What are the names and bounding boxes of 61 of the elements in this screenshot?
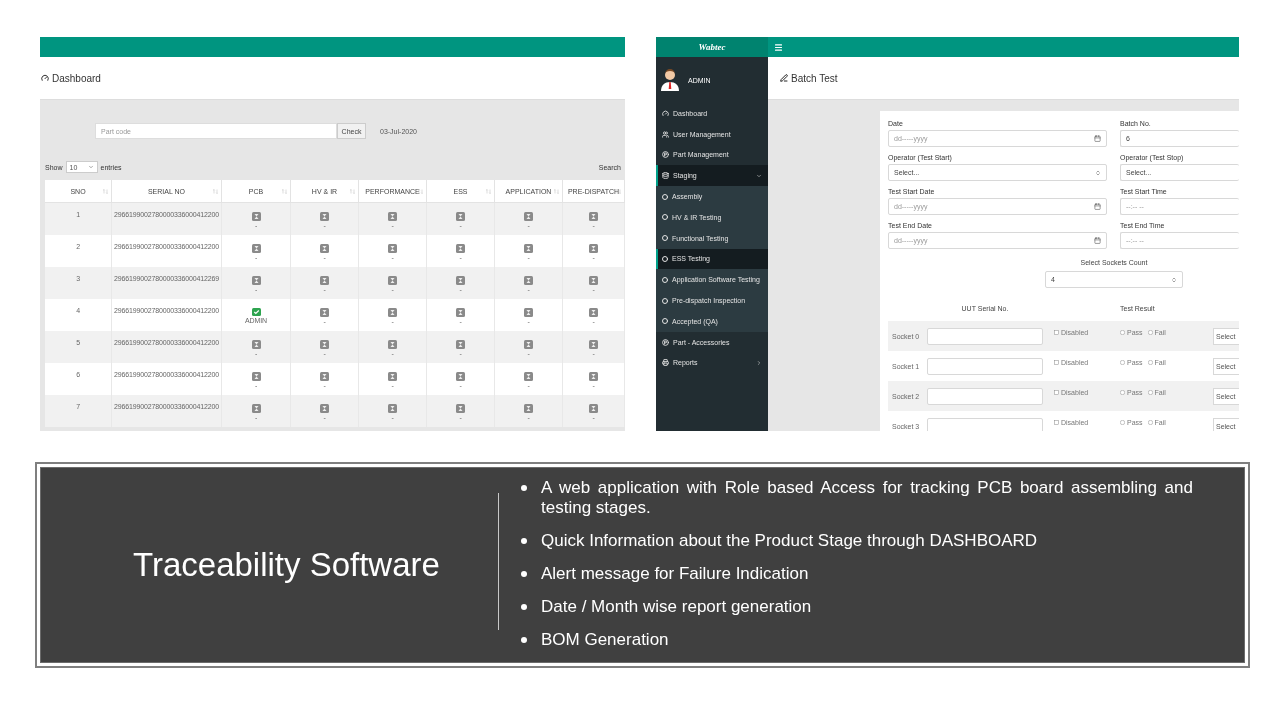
radio-button[interactable] xyxy=(1120,360,1125,365)
bullet-text: Alert message for Failure Indication xyxy=(541,564,810,584)
calendar-icon xyxy=(1094,203,1101,210)
slide-title: Traceability Software xyxy=(133,546,440,584)
sort-icon xyxy=(282,189,287,194)
checkbox[interactable] xyxy=(1054,360,1059,365)
bullet-text: A web application with Role based Access for tracking PCB board assembling and testing stages. xyxy=(541,478,1193,518)
calendar-icon xyxy=(1094,237,1101,244)
printer-icon xyxy=(662,359,669,367)
serial-field[interactable] xyxy=(927,387,1043,405)
circle-icon xyxy=(662,235,668,242)
serial-field[interactable] xyxy=(927,327,1043,345)
bullet-text: Date / Month wise report generation xyxy=(541,597,813,617)
pen-icon xyxy=(780,74,788,82)
sort-icon xyxy=(103,189,108,194)
chevron-down-icon xyxy=(87,164,94,170)
serial-field[interactable] xyxy=(927,417,1043,431)
bullet-icon xyxy=(521,485,527,491)
page-title: Dashboard xyxy=(52,72,101,84)
sort-icon xyxy=(350,189,355,194)
radio-button[interactable] xyxy=(1147,420,1153,425)
bullet-icon xyxy=(521,604,527,610)
bullet-text: Quick Information about the Product Stage through DASHBOARD xyxy=(541,531,1039,551)
checkbox[interactable] xyxy=(1054,390,1059,395)
radio-button[interactable] xyxy=(1147,330,1153,335)
circle-icon xyxy=(662,214,668,221)
checkbox[interactable] xyxy=(1054,330,1059,335)
users-icon xyxy=(662,130,669,138)
bullet-icon xyxy=(521,637,527,643)
radio-button[interactable] xyxy=(1120,420,1125,425)
logo: Wabtec xyxy=(656,37,768,57)
radio-button[interactable] xyxy=(1120,330,1125,335)
radio-button[interactable] xyxy=(1147,360,1153,365)
page-title: Batch Test xyxy=(791,72,838,84)
sort-icon xyxy=(486,189,491,194)
sort-icon xyxy=(418,189,423,194)
sort-icon xyxy=(554,189,559,194)
checkbox[interactable] xyxy=(1054,420,1059,425)
circle-icon xyxy=(662,193,668,200)
parking-icon xyxy=(662,338,669,346)
bullet-icon xyxy=(521,571,527,577)
avatar-icon xyxy=(661,69,679,91)
select-arrow-icon xyxy=(1095,169,1101,176)
gauge-icon xyxy=(662,109,669,117)
circle-icon xyxy=(662,297,668,304)
radio-button[interactable] xyxy=(1120,390,1125,395)
parking-icon xyxy=(662,151,669,159)
circle-icon xyxy=(662,318,668,325)
radio-button[interactable] xyxy=(1147,390,1153,395)
circle-icon xyxy=(662,276,668,283)
gauge-icon xyxy=(41,74,49,82)
calendar-icon xyxy=(1094,135,1101,142)
select-arrow-icon xyxy=(1171,276,1177,283)
menu-icon[interactable] xyxy=(774,42,783,52)
sort-icon xyxy=(213,189,218,194)
database-icon xyxy=(662,172,669,180)
bullet-icon xyxy=(521,538,527,544)
serial-field[interactable] xyxy=(927,357,1043,375)
circle-icon xyxy=(662,255,668,262)
sort-icon xyxy=(616,189,621,194)
bullet-text: BOM Generation xyxy=(541,630,670,650)
